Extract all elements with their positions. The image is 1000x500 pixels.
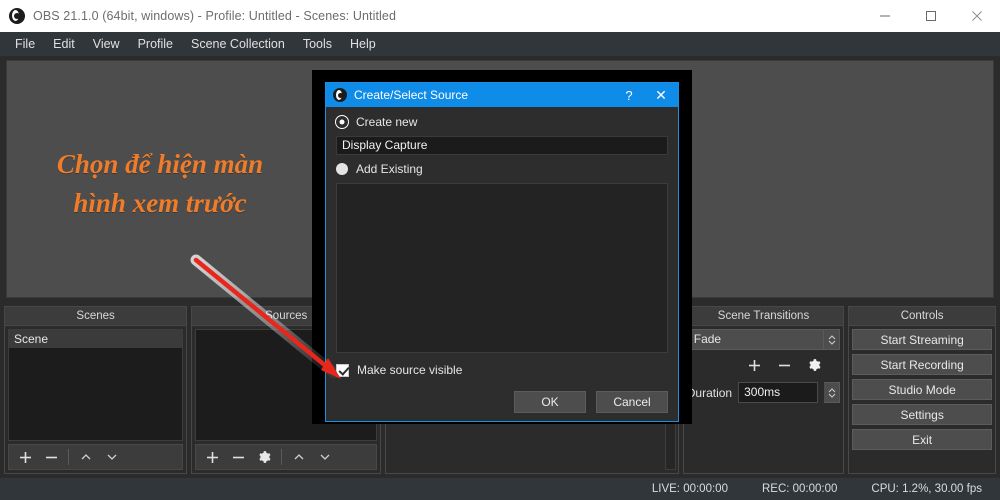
settings-button[interactable]: Settings (852, 404, 992, 425)
make-visible-row[interactable]: Make source visible (336, 363, 668, 377)
cpu-status: CPU: 1.2%, 30.00 fps (871, 483, 982, 495)
scene-transitions-dock: Scene Transitions Fade (683, 306, 845, 474)
transitions-toolbar (687, 354, 841, 376)
scenes-dock-body: Scene (4, 325, 187, 474)
transitions-dock-body: Fade (683, 325, 845, 474)
window-titlebar: OBS 21.1.0 (64bit, windows) - Profile: U… (0, 0, 1000, 32)
close-icon[interactable]: ✕ (644, 83, 678, 107)
menu-item-edit[interactable]: Edit (44, 34, 84, 54)
create-new-label: Create new (356, 115, 417, 129)
add-existing-radio[interactable] (336, 163, 348, 175)
annotation-line-1: Chọn để hiện màn (30, 145, 290, 184)
menu-item-scene-collection[interactable]: Scene Collection (182, 34, 294, 54)
remove-source-button[interactable] (226, 446, 250, 468)
gear-icon[interactable] (252, 446, 276, 468)
menu-item-view[interactable]: View (84, 34, 129, 54)
ok-button[interactable]: OK (514, 391, 586, 413)
move-source-down-button[interactable] (313, 446, 337, 468)
add-scene-button[interactable] (13, 446, 37, 468)
start-streaming-button[interactable]: Start Streaming (852, 329, 992, 350)
obs-logo-icon (9, 8, 25, 24)
controls-dock-body: Start Streaming Start Recording Studio M… (848, 325, 996, 474)
help-icon[interactable]: ? (614, 83, 644, 107)
add-source-button[interactable] (200, 446, 224, 468)
window-controls (862, 0, 1000, 32)
create-new-radio[interactable] (336, 116, 348, 128)
dialog-body: Create new Display Capture Add Existing … (326, 107, 678, 421)
dialog-buttons: OK Cancel (336, 391, 668, 413)
window-title: OBS 21.1.0 (64bit, windows) - Profile: U… (33, 9, 396, 23)
create-select-source-dialog: Create/Select Source ? ✕ Create new Disp… (325, 82, 679, 422)
annotation-line-2: hình xem trước (30, 184, 290, 223)
menu-item-tools[interactable]: Tools (294, 34, 341, 54)
exit-button[interactable]: Exit (852, 429, 992, 450)
remove-scene-button[interactable] (39, 446, 63, 468)
scenes-toolbar (8, 444, 183, 470)
move-source-up-button[interactable] (287, 446, 311, 468)
transition-select-row: Fade (687, 329, 841, 350)
sources-toolbar (195, 444, 377, 470)
source-name-input[interactable]: Display Capture (336, 136, 668, 155)
obs-main-window: OBS 21.1.0 (64bit, windows) - Profile: U… (0, 0, 1000, 500)
controls-dock: Controls Start Streaming Start Recording… (848, 306, 996, 474)
minimize-icon[interactable] (862, 0, 908, 32)
obs-logo-icon (333, 88, 347, 102)
dialog-titlebar: Create/Select Source ? ✕ (326, 83, 678, 107)
transition-spinner[interactable] (824, 329, 840, 350)
close-icon[interactable] (954, 0, 1000, 32)
move-scene-down-button[interactable] (100, 446, 124, 468)
existing-sources-list[interactable] (336, 183, 668, 353)
rec-timer: REC: 00:00:00 (762, 483, 837, 495)
toolbar-divider (281, 449, 282, 465)
annotation-text: Chọn để hiện màn hình xem trước (30, 145, 290, 223)
add-transition-button[interactable] (742, 354, 766, 376)
create-new-radio-row[interactable]: Create new (336, 115, 668, 129)
move-scene-up-button[interactable] (74, 446, 98, 468)
duration-row: Duration 300ms (687, 382, 841, 403)
add-existing-radio-row[interactable]: Add Existing (336, 162, 668, 176)
transitions-dock-title: Scene Transitions (683, 306, 845, 325)
menubar: File Edit View Profile Scene Collection … (0, 32, 1000, 56)
live-timer: LIVE: 00:00:00 (652, 483, 728, 495)
remove-transition-button[interactable] (772, 354, 796, 376)
make-source-visible-label: Make source visible (357, 363, 462, 377)
duration-input[interactable]: 300ms (738, 382, 818, 403)
toolbar-divider (68, 449, 69, 465)
add-existing-label: Add Existing (356, 162, 423, 176)
gear-icon[interactable] (802, 354, 826, 376)
scenes-dock-title: Scenes (4, 306, 187, 325)
transition-select[interactable]: Fade (687, 329, 825, 350)
start-recording-button[interactable]: Start Recording (852, 354, 992, 375)
scenes-dock: Scenes Scene (4, 306, 187, 474)
duration-spinner[interactable] (824, 382, 840, 403)
statusbar: LIVE: 00:00:00 REC: 00:00:00 CPU: 1.2%, … (0, 478, 1000, 500)
menu-item-help[interactable]: Help (341, 34, 385, 54)
scenes-list[interactable]: Scene (8, 329, 183, 441)
duration-label: Duration (687, 386, 732, 400)
menu-item-file[interactable]: File (6, 34, 44, 54)
menu-item-profile[interactable]: Profile (129, 34, 182, 54)
list-item[interactable]: Scene (9, 330, 182, 348)
cancel-button[interactable]: Cancel (596, 391, 668, 413)
studio-mode-button[interactable]: Studio Mode (852, 379, 992, 400)
make-source-visible-checkbox[interactable] (336, 364, 349, 377)
dialog-titlebar-buttons: ? ✕ (614, 83, 678, 107)
controls-dock-title: Controls (848, 306, 996, 325)
dialog-title: Create/Select Source (354, 88, 468, 102)
maximize-icon[interactable] (908, 0, 954, 32)
